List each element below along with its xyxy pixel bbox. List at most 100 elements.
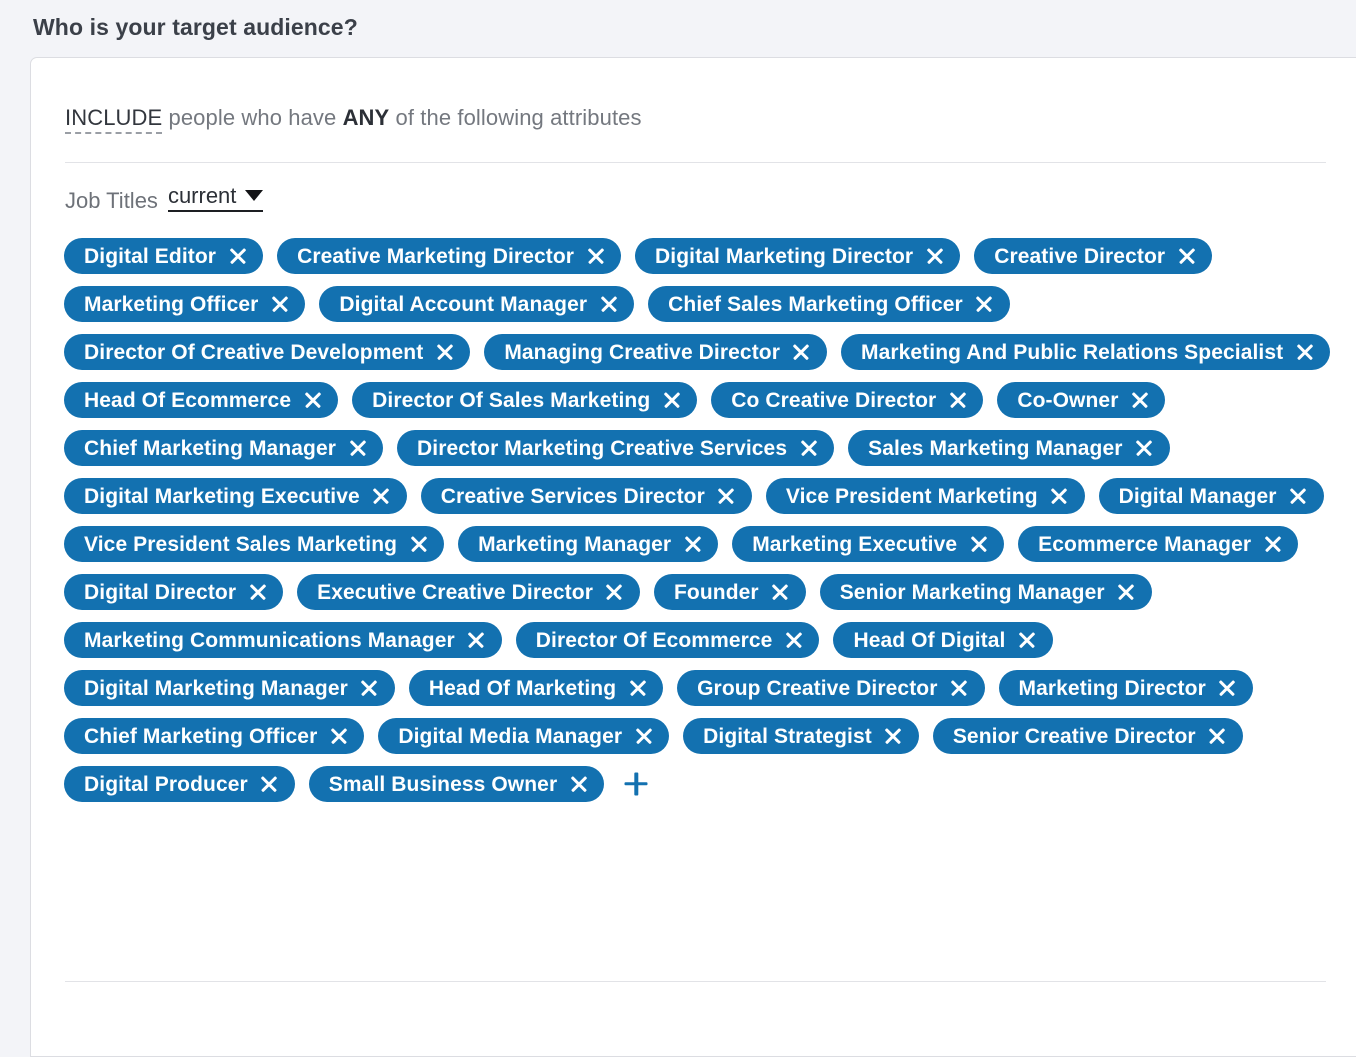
close-icon[interactable]	[570, 776, 587, 793]
tag-label: Digital Account Manager	[339, 292, 588, 316]
close-icon[interactable]	[229, 248, 246, 265]
tag-pill[interactable]: Marketing Director	[998, 670, 1253, 706]
close-icon[interactable]	[970, 536, 987, 553]
tag-pill[interactable]: Marketing And Public Relations Specialis…	[840, 334, 1331, 370]
close-icon[interactable]	[468, 632, 485, 649]
close-icon[interactable]	[1219, 680, 1236, 697]
tag-pill[interactable]: Managing Creative Director	[484, 334, 827, 370]
close-icon[interactable]	[785, 632, 802, 649]
close-icon[interactable]	[249, 584, 266, 601]
tag-label: Head Of Marketing	[428, 676, 617, 700]
tag-pill[interactable]: Chief Marketing Officer	[64, 718, 365, 754]
tag-pill[interactable]: Director Of Sales Marketing	[352, 382, 698, 418]
tag-pill[interactable]: Marketing Officer	[64, 286, 306, 322]
tag-label: Digital Marketing Director	[655, 244, 914, 268]
tag-pill[interactable]: Digital Strategist	[683, 718, 919, 754]
close-icon[interactable]	[718, 488, 735, 505]
tag-label: Marketing Director	[1018, 676, 1206, 700]
tag-pill[interactable]: Digital Marketing Executive	[64, 478, 407, 514]
tag-pill[interactable]: Senior Marketing Manager	[819, 574, 1152, 610]
close-icon[interactable]	[600, 296, 617, 313]
audience-filter-card: INCLUDE people who have ANY of the follo…	[30, 57, 1356, 1057]
close-icon[interactable]	[1296, 344, 1313, 361]
close-icon[interactable]	[606, 584, 623, 601]
tag-pill[interactable]: Group Creative Director	[677, 670, 985, 706]
tag-pill[interactable]: Digital Account Manager	[319, 286, 635, 322]
close-icon[interactable]	[373, 488, 390, 505]
tag-label: Vice President Sales Marketing	[84, 532, 398, 556]
close-icon[interactable]	[1264, 536, 1281, 553]
close-icon[interactable]	[1131, 392, 1148, 409]
close-icon[interactable]	[1118, 584, 1135, 601]
close-icon[interactable]	[304, 392, 321, 409]
close-icon[interactable]	[1209, 728, 1226, 745]
tag-pill[interactable]: Digital Editor	[64, 238, 264, 274]
tag-pill[interactable]: Marketing Executive	[732, 526, 1005, 562]
close-icon[interactable]	[885, 728, 902, 745]
close-icon[interactable]	[629, 680, 646, 697]
tag-pill[interactable]: Chief Marketing Manager	[64, 430, 384, 466]
include-keyword[interactable]: INCLUDE	[65, 105, 163, 134]
close-icon[interactable]	[800, 440, 817, 457]
tag-pill[interactable]: Marketing Communications Manager	[64, 622, 502, 658]
close-icon[interactable]	[772, 584, 789, 601]
tag-pill[interactable]: Creative Director	[974, 238, 1213, 274]
close-icon[interactable]	[361, 680, 378, 697]
close-icon[interactable]	[330, 728, 347, 745]
tag-pill[interactable]: Director Of Creative Development	[64, 334, 471, 370]
close-icon[interactable]	[1178, 248, 1195, 265]
tag-pill[interactable]: Chief Sales Marketing Officer	[648, 286, 1010, 322]
close-icon[interactable]	[436, 344, 453, 361]
tag-pill[interactable]: Creative Services Director	[420, 478, 752, 514]
tag-label: Marketing Manager	[478, 532, 672, 556]
tag-pill[interactable]: Digital Marketing Manager	[64, 670, 395, 706]
tag-pill[interactable]: Director Marketing Creative Services	[397, 430, 835, 466]
close-icon[interactable]	[1019, 632, 1036, 649]
tag-pill[interactable]: Digital Manager	[1098, 478, 1324, 514]
close-icon[interactable]	[793, 344, 810, 361]
tag-pill[interactable]: Head Of Digital	[833, 622, 1053, 658]
close-icon[interactable]	[1290, 488, 1307, 505]
tag-pill[interactable]: Marketing Manager	[458, 526, 719, 562]
close-icon[interactable]	[635, 728, 652, 745]
close-icon[interactable]	[1136, 440, 1153, 457]
plus-icon[interactable]	[622, 766, 650, 802]
tag-pill[interactable]: Digital Media Manager	[378, 718, 670, 754]
tag-pill[interactable]: Creative Marketing Director	[277, 238, 622, 274]
close-icon[interactable]	[587, 248, 604, 265]
close-icon[interactable]	[951, 680, 968, 697]
tag-pill[interactable]: Head Of Ecommerce	[64, 382, 339, 418]
close-icon[interactable]	[684, 536, 701, 553]
close-icon[interactable]	[271, 296, 288, 313]
tag-pill[interactable]: Co Creative Director	[711, 382, 984, 418]
close-icon[interactable]	[349, 440, 366, 457]
tag-pill[interactable]: Senior Creative Director	[932, 718, 1243, 754]
tag-label: Senior Creative Director	[952, 724, 1196, 748]
tag-label: Marketing Executive	[752, 532, 958, 556]
tag-pill[interactable]: Ecommerce Manager	[1018, 526, 1299, 562]
tag-pill[interactable]: Founder	[653, 574, 806, 610]
tag-label: Digital Producer	[84, 772, 248, 796]
tag-pill[interactable]: Digital Director	[64, 574, 284, 610]
tag-pill[interactable]: Digital Producer	[64, 766, 295, 802]
tag-label: Co Creative Director	[731, 388, 937, 412]
tag-pill[interactable]: Director Of Ecommerce	[515, 622, 820, 658]
close-icon[interactable]	[926, 248, 943, 265]
tag-label: Marketing Officer	[84, 292, 259, 316]
tag-pill[interactable]: Head Of Marketing	[408, 670, 664, 706]
tag-pill[interactable]: Sales Marketing Manager	[848, 430, 1170, 466]
any-keyword[interactable]: ANY	[343, 105, 390, 130]
tag-pill[interactable]: Executive Creative Director	[297, 574, 640, 610]
scope-dropdown[interactable]: current	[167, 185, 264, 212]
close-icon[interactable]	[976, 296, 993, 313]
close-icon[interactable]	[410, 536, 427, 553]
tag-pill[interactable]: Small Business Owner	[308, 766, 605, 802]
close-icon[interactable]	[1051, 488, 1068, 505]
tag-pill[interactable]: Digital Marketing Director	[635, 238, 961, 274]
tag-pill[interactable]: Vice President Sales Marketing	[64, 526, 445, 562]
tag-pill[interactable]: Co-Owner	[997, 382, 1166, 418]
close-icon[interactable]	[261, 776, 278, 793]
close-icon[interactable]	[949, 392, 966, 409]
close-icon[interactable]	[663, 392, 680, 409]
tag-pill[interactable]: Vice President Marketing	[765, 478, 1085, 514]
